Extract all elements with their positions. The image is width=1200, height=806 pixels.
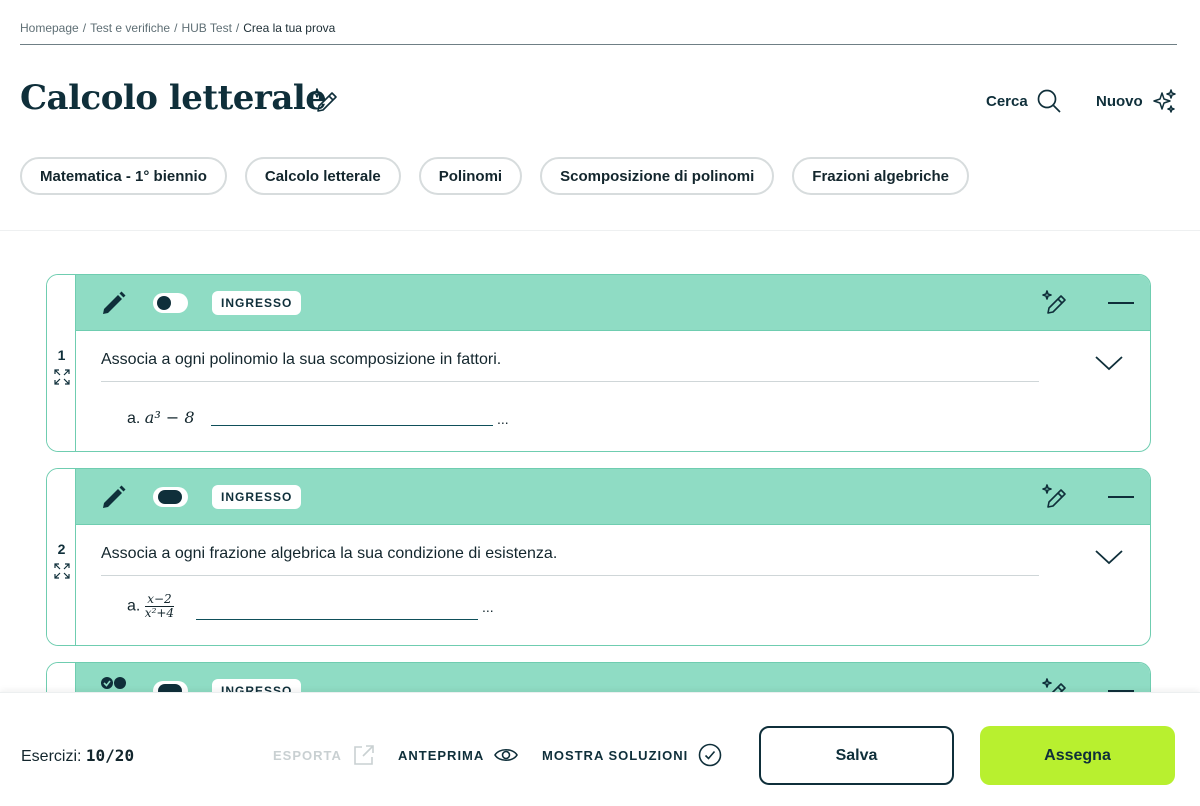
exercise-number: 2 [57, 541, 66, 557]
chip-polinomi[interactable]: Polinomi [418, 157, 523, 195]
exercise-header: INGRESSO [76, 469, 1150, 525]
toggle-knob [157, 296, 171, 310]
export-button[interactable]: ESPORTA [273, 743, 376, 767]
answer-item: a. x−2 x²+4 [127, 593, 174, 620]
expand-icon[interactable] [54, 369, 70, 385]
expand-icon[interactable] [54, 563, 70, 579]
topic-chips: Matematica - 1° biennio Calcolo letteral… [20, 157, 969, 195]
exercise-header: INGRESSO [76, 275, 1150, 331]
answer-ellipsis: ... [497, 411, 509, 427]
chip-frazioni-algebriche[interactable]: Frazioni algebriche [792, 157, 969, 195]
bottom-action-bar: Esercizi: 10/20 ESPORTA ANTEPRIMA MOSTRA… [0, 692, 1200, 806]
toggle-knob [158, 490, 182, 504]
ai-edit-icon[interactable] [1040, 483, 1068, 511]
fraction-numerator: x−2 [145, 592, 174, 607]
search-icon [1037, 89, 1061, 113]
chip-scomposizione-di-polinomi[interactable]: Scomposizione di polinomi [540, 157, 775, 195]
question-divider [101, 381, 1039, 382]
exercise-number: 1 [57, 347, 66, 363]
answer-fraction: x−2 x²+4 [145, 593, 174, 620]
exercise-question: Associa a ogni frazione algebrica la sua… [101, 545, 558, 562]
chip-calcolo-letterale[interactable]: Calcolo letterale [244, 157, 401, 195]
save-button[interactable]: Salva [759, 726, 954, 785]
show-solutions-label: MOSTRA SOLUZIONI [542, 747, 689, 763]
breadcrumb-item-test-e-verifiche[interactable]: Test e verifiche [90, 21, 170, 35]
eye-icon [494, 748, 519, 762]
assign-button[interactable]: Assegna [980, 726, 1175, 785]
collapse-card-button[interactable] [1108, 302, 1134, 304]
exercise-number-column [47, 275, 76, 451]
search-label: Cerca [986, 92, 1028, 110]
answer-item: a. a³ − 8 [127, 408, 195, 428]
breadcrumb-separator: / [174, 21, 178, 35]
preview-button[interactable]: ANTEPRIMA [398, 743, 519, 767]
export-label: ESPORTA [273, 747, 342, 763]
show-solutions-button[interactable]: MOSTRA SOLUZIONI [542, 743, 722, 767]
preview-label: ANTEPRIMA [398, 747, 485, 763]
question-divider [101, 575, 1039, 576]
sparkle-icon [1152, 89, 1176, 113]
exercise-card-1: 1 INGRESSO Associa a ogni polinomio la s… [46, 274, 1151, 452]
search-button[interactable]: Cerca [986, 88, 1062, 114]
new-button[interactable]: Nuovo [1096, 88, 1177, 114]
answer-math: a³ − 8 [144, 408, 195, 427]
exercise-tag: INGRESSO [212, 485, 302, 509]
exercises-label: Esercizi: [21, 748, 82, 765]
pencil-icon[interactable] [100, 483, 128, 511]
check-circle-icon [698, 743, 722, 767]
answer-prefix: a. [127, 410, 141, 427]
breadcrumb-separator: / [235, 21, 240, 35]
answer-ellipsis: ... [482, 599, 494, 615]
exercise-toggle[interactable] [153, 487, 188, 507]
breadcrumb-item-current: Crea la tua prova [243, 21, 336, 35]
chevron-down-icon[interactable] [1094, 548, 1124, 566]
exercise-toggle[interactable] [153, 293, 188, 313]
answer-prefix: a. [127, 597, 141, 615]
collapse-card-button[interactable] [1108, 496, 1134, 498]
exercise-question: Associa a ogni polinomio la sua scomposi… [101, 351, 502, 368]
pencil-icon[interactable] [100, 289, 128, 317]
exercise-number-column [47, 469, 76, 645]
chevron-down-icon[interactable] [1094, 354, 1124, 372]
exercises-count: 10/20 [85, 746, 135, 765]
new-label: Nuovo [1096, 92, 1143, 110]
ai-edit-icon[interactable] [1040, 289, 1068, 317]
exercise-tag: INGRESSO [212, 291, 302, 315]
breadcrumb: Homepage / Test e verifiche / HUB Test / Crea … [20, 21, 1177, 45]
breadcrumb-separator: / [82, 21, 87, 35]
page-title: Calcolo letterale [20, 78, 327, 118]
ai-edit-title-icon[interactable] [310, 86, 340, 116]
breadcrumb-item-hub-test[interactable]: HUB Test [181, 21, 231, 35]
answer-blank[interactable] [196, 619, 478, 620]
fraction-denominator: x²+4 [144, 606, 175, 620]
exercises-counter: Esercizi: 10/20 [21, 746, 134, 766]
header-divider [0, 230, 1200, 231]
external-link-icon [354, 745, 374, 765]
checked-dots-icon [101, 677, 126, 689]
chip-matematica[interactable]: Matematica - 1° biennio [20, 157, 227, 195]
exercise-card-2: 2 INGRESSO Associa a ogni frazione algeb… [46, 468, 1151, 646]
answer-blank[interactable] [211, 425, 493, 426]
breadcrumb-item-homepage[interactable]: Homepage [20, 21, 79, 35]
